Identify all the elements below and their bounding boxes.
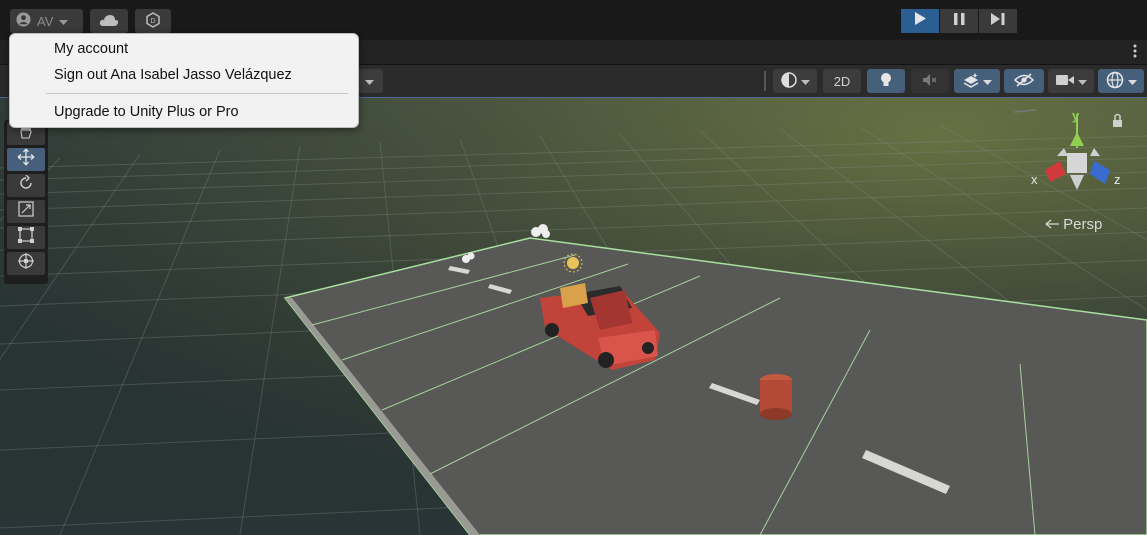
scene-view[interactable]: y x z — [0, 98, 1147, 535]
chevron-down-icon — [1127, 74, 1137, 89]
barrel-model[interactable] — [760, 374, 792, 420]
chevron-down-icon — [1077, 74, 1087, 89]
audio-mute-icon — [922, 73, 938, 90]
scene-visibility-toggle[interactable] — [1004, 69, 1044, 93]
lighting-toggle[interactable] — [867, 69, 905, 93]
bulb-icon — [880, 72, 892, 91]
rect-transform-icon — [18, 227, 34, 248]
mode-2d-label: 2D — [833, 73, 851, 89]
play-controls — [901, 9, 1017, 33]
projection-toggle[interactable]: Persp — [1045, 216, 1102, 233]
svg-text:D: D — [150, 18, 155, 25]
hidden-eye-icon — [1013, 72, 1035, 90]
camera-icon — [1055, 74, 1074, 89]
camera-settings-button[interactable] — [1048, 69, 1094, 93]
transform-tool[interactable] — [7, 252, 45, 275]
chevron-down-icon — [983, 74, 992, 89]
unity-services-button[interactable]: D — [135, 9, 171, 33]
rotate-tool[interactable] — [7, 174, 45, 197]
gizmo-x-label: x — [1031, 172, 1038, 187]
scale-icon — [18, 201, 34, 222]
pause-icon — [953, 12, 965, 30]
chevron-down-icon — [59, 14, 69, 29]
chevron-down-icon — [365, 74, 374, 89]
account-menu: My account Sign out Ana Isabel Jasso Vel… — [9, 33, 359, 128]
menu-item-sign-out[interactable]: Sign out Ana Isabel Jasso Velázquez — [54, 67, 292, 83]
cloud-icon — [99, 13, 119, 30]
gizmos-button[interactable] — [1098, 69, 1144, 93]
shading-sphere-icon — [780, 71, 797, 91]
scene-tools-panel — [4, 120, 48, 284]
effects-icon — [962, 72, 980, 91]
more-options-icon[interactable] — [1133, 44, 1137, 60]
transform-icon — [17, 252, 35, 275]
projection-label: Persp — [1063, 216, 1103, 233]
play-button[interactable] — [901, 9, 939, 33]
gizmos-globe-icon — [1106, 71, 1124, 92]
chevron-left-icon — [1045, 216, 1063, 233]
account-button[interactable]: AV — [10, 9, 83, 33]
move-icon — [17, 148, 35, 171]
scene-dropdown-button[interactable] — [356, 69, 383, 93]
unity-services-icon: D — [145, 11, 161, 31]
shading-mode-button[interactable] — [773, 69, 817, 93]
move-tool[interactable] — [7, 148, 45, 171]
chevron-down-icon — [800, 74, 810, 89]
menu-item-my-account[interactable]: My account — [54, 41, 128, 57]
account-initials: AV — [37, 13, 54, 29]
scene-canvas[interactable] — [0, 98, 1147, 535]
play-icon — [914, 12, 926, 30]
gizmo-z-label: z — [1114, 172, 1121, 187]
scale-tool[interactable] — [7, 200, 45, 223]
account-avatar-icon — [16, 12, 31, 30]
gizmo-y-label: y — [1072, 108, 1080, 123]
step-icon — [991, 12, 1005, 30]
cloud-button[interactable] — [90, 9, 128, 33]
menu-separator — [46, 93, 348, 94]
menu-item-upgrade[interactable]: Upgrade to Unity Plus or Pro — [54, 104, 239, 120]
toolbar-separator — [764, 71, 766, 91]
pause-button[interactable] — [940, 9, 978, 33]
effects-toggle[interactable] — [954, 69, 1000, 93]
rect-tool[interactable] — [7, 226, 45, 249]
step-button[interactable] — [979, 9, 1017, 33]
mode-2d-button[interactable]: 2D — [823, 69, 861, 93]
rotate-icon — [18, 174, 34, 196]
audio-toggle[interactable] — [911, 69, 949, 93]
